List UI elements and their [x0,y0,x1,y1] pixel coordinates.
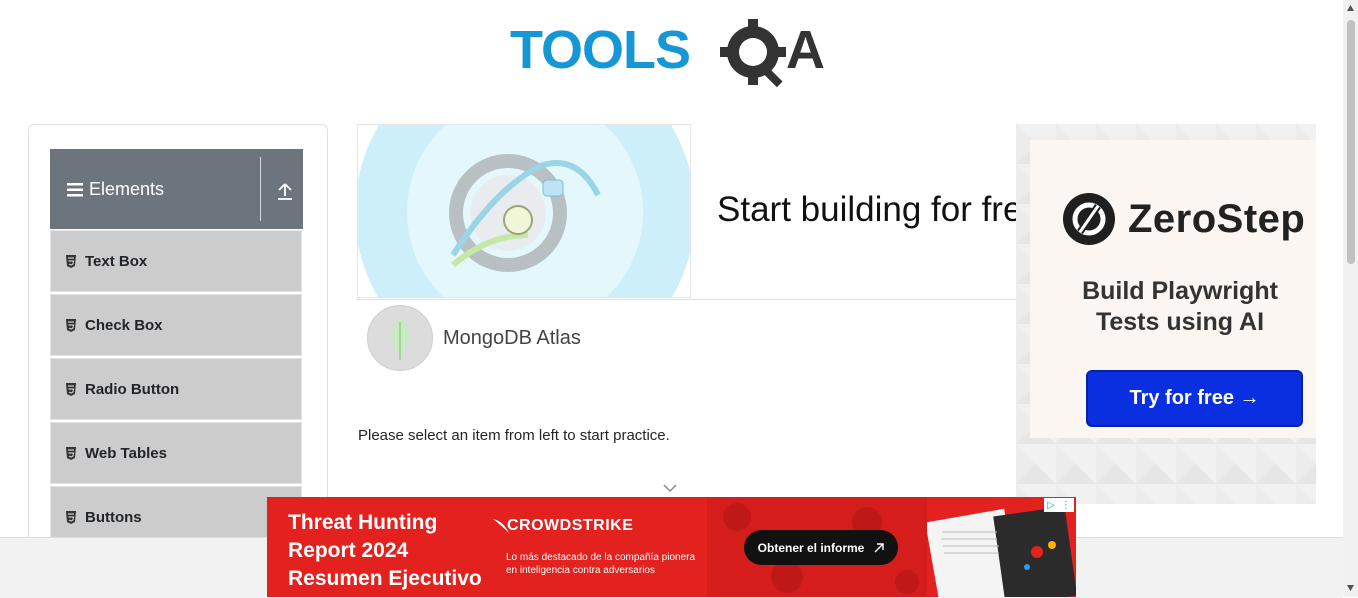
tagline-line: Tests using AI [1095,308,1265,336]
banner-ad-advertiser[interactable]: MongoDB Atlas [367,305,581,371]
collapse-arrow-icon[interactable] [274,180,296,202]
ad-options-icon[interactable]: ⋮ [1312,126,1316,143]
ad-choices-icon[interactable]: ▷ ⋮ [1044,498,1074,512]
svg-text:A: A [786,20,825,80]
zerostep-ad-card: ZeroStep Build Playwright Tests using AI… [1030,140,1316,438]
zerostep-brand: ZeroStep [1128,196,1306,241]
sidebar-item-check-box[interactable]: Check Box [50,294,302,356]
hamburger-icon [67,182,83,196]
html5-icon [66,382,76,396]
title-line: Report 2024 [288,539,409,562]
practice-prompt: Please select an item from left to start… [358,427,670,444]
banner-ad-image[interactable] [357,124,691,298]
sidebar-item-label: Buttons [85,508,142,526]
banner-ad-title[interactable]: Start building for free [717,190,1017,230]
divider [260,157,261,221]
title-line: Threat Hunting [288,511,438,534]
toolsqa-logo[interactable]: TOOLS A [510,14,836,94]
zerostep-logo: ZeroStep [1062,192,1305,246]
crowdstrike-ad[interactable]: Threat Hunting Report 2024 Resumen Ejecu… [267,497,1076,597]
chevron-down-icon[interactable] [662,482,678,494]
sidebar-item-label: Web Tables [85,444,167,462]
scrollbar-thumb[interactable] [1347,20,1355,264]
vertical-scrollbar[interactable] [1343,0,1358,597]
advertiser-name: MongoDB Atlas [443,326,581,349]
title-line: Resumen Ejecutivo [288,567,482,590]
ad-options-icon: ⋮ [1060,499,1071,511]
crowdstrike-brand: CROWDSTRIKE [507,517,634,534]
sidebar-item-web-tables[interactable]: Web Tables [50,422,302,484]
sidebar-group-elements[interactable]: Elements [50,149,303,229]
mongodb-leaf-icon [367,305,433,371]
bottom-ad-description: Lo más destacado de la compañía pionera … [506,552,696,576]
html5-icon [66,510,76,524]
zerostep-tagline: Build Playwright Tests using AI [1030,276,1316,338]
sidebar-item-text-box[interactable]: Text Box [50,230,302,292]
adchoices-triangle-icon: ▷ [1047,499,1055,511]
html5-icon [66,254,76,268]
scroll-up-arrow-icon[interactable] [1346,4,1355,13]
sidebar-item-label: Text Box [85,252,148,270]
divider [357,299,1017,300]
zerostep-ad[interactable]: ZeroStep Build Playwright Tests using AI… [1016,124,1316,504]
sidebar-item-label: Radio Button [85,380,180,398]
scroll-down-arrow-icon[interactable] [1346,583,1355,592]
zerostep-logo-icon [1063,193,1115,245]
sidebar-item-label: Check Box [85,316,163,334]
html5-icon [66,446,76,460]
get-report-button[interactable]: Obtener el informe [744,530,898,565]
html5-icon [66,318,76,332]
sidebar-item-radio-button[interactable]: Radio Button [50,358,302,420]
arrow-up-right-icon [874,542,885,552]
report-book-image [927,507,1076,597]
bottom-ad-title: Threat Hunting Report 2024 Resumen Ejecu… [288,509,482,593]
button-label: Obtener el informe [757,540,865,555]
try-for-free-button[interactable]: Try for free → [1086,370,1303,427]
sidebar-group-title: Elements [89,179,165,199]
tagline-line: Build Playwright [1082,277,1278,305]
svg-text:TOOLS: TOOLS [510,20,690,80]
